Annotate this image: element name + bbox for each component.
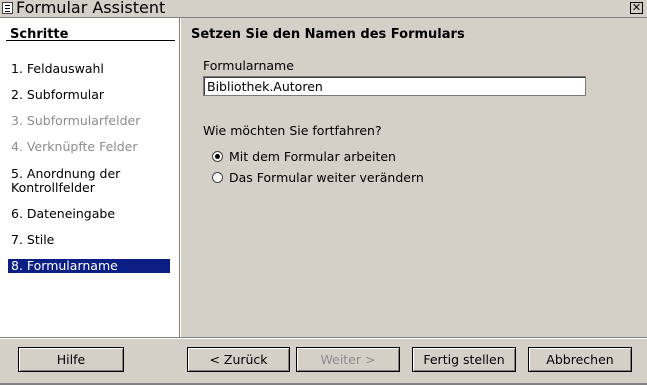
- help-button[interactable]: Hilfe: [18, 347, 124, 372]
- app-document-icon: [2, 2, 13, 14]
- step-formularname[interactable]: 8. Formularname: [8, 259, 170, 273]
- option-modify-form[interactable]: Das Formular weiter verändern: [212, 170, 424, 185]
- cancel-button[interactable]: Abbrechen: [528, 347, 632, 372]
- step-subformularfelder[interactable]: 3. Subformularfelder: [8, 114, 170, 128]
- step-dateneingabe[interactable]: 6. Dateneingabe: [8, 207, 170, 221]
- page-title: Setzen Sie den Namen des Formulars: [191, 27, 465, 42]
- option-modify-form-label: Das Formular weiter verändern: [229, 170, 424, 185]
- step-verknuepfte-felder[interactable]: 4. Verknüpfte Felder: [8, 140, 170, 154]
- step-feldauswahl[interactable]: 1. Feldauswahl: [8, 62, 170, 76]
- back-button[interactable]: < Zurück: [187, 347, 290, 372]
- radio-checked-icon[interactable]: [212, 151, 223, 162]
- step-subformular[interactable]: 2. Subformular: [8, 88, 170, 102]
- form-name-input[interactable]: [203, 76, 586, 96]
- question-label: Wie möchten Sie fortfahren?: [203, 123, 382, 138]
- window-title: Formular Assistent: [16, 0, 166, 17]
- button-bar-divider-highlight: [0, 338, 647, 339]
- step-stile[interactable]: 7. Stile: [8, 233, 170, 247]
- step-anordnung-kontrollfelder[interactable]: 5. Anordnung der Kontrollfelder: [8, 167, 170, 195]
- title-bar: Formular Assistent ✕: [0, 0, 647, 18]
- form-name-label: Formularname: [203, 58, 294, 73]
- option-work-with-form[interactable]: Mit dem Formular arbeiten: [212, 149, 396, 164]
- steps-panel: Schritte 1. Feldauswahl 2. Subformular 3…: [0, 18, 179, 337]
- next-button[interactable]: Weiter >: [296, 347, 400, 372]
- close-button[interactable]: ✕: [630, 2, 643, 14]
- radio-unchecked-icon[interactable]: [212, 172, 223, 183]
- steps-divider: [6, 40, 175, 41]
- panel-separator-highlight: [180, 18, 181, 337]
- option-work-with-form-label: Mit dem Formular arbeiten: [229, 149, 396, 164]
- finish-button[interactable]: Fertig stellen: [412, 347, 516, 372]
